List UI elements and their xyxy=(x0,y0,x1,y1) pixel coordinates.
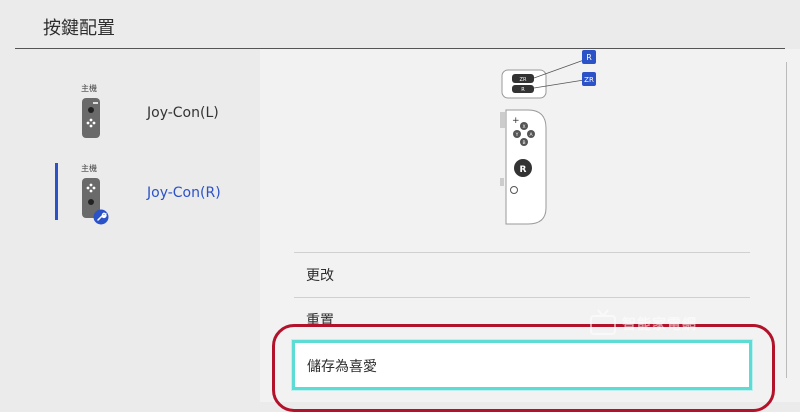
joycon-left-icon xyxy=(82,98,100,138)
y-button-label: Y xyxy=(515,132,519,138)
controller-sidebar: 主機 Joy-Con(L) 主機 Joy-Con(R) xyxy=(0,49,260,402)
selection-indicator xyxy=(55,163,58,220)
controller-mode-label: 主機 xyxy=(81,84,97,93)
controller-mode-label: 主機 xyxy=(81,164,97,173)
zr-button-label: ZR xyxy=(520,77,527,83)
r-stick-label: R xyxy=(520,165,527,175)
r-button-label: R xyxy=(521,87,525,93)
watermark-text: 智能家電網 xyxy=(622,317,697,333)
controller-label: Joy-Con(R) xyxy=(147,185,221,201)
tv-logo-icon xyxy=(590,309,616,335)
scroll-edge xyxy=(786,62,793,378)
controller-label: Joy-Con(L) xyxy=(147,105,219,121)
menu-item-label: 更改 xyxy=(306,268,334,284)
x-button-label: X xyxy=(522,124,525,130)
r-badge-label: R xyxy=(586,53,592,62)
controller-item-joycon-left[interactable]: 主機 Joy-Con(L) xyxy=(55,83,255,155)
menu-item-change[interactable]: 更改 xyxy=(294,253,750,297)
joycon-right-diagram: ZR R R ZR + X Y A B R xyxy=(500,50,596,225)
page-title: 按鍵配置 xyxy=(43,18,115,39)
watermark: 智能家電網 xyxy=(588,300,740,346)
header: 按鍵配置 xyxy=(0,0,800,48)
b-button-label: B xyxy=(522,140,525,146)
wrench-badge-icon xyxy=(93,209,109,225)
controller-item-joycon-right[interactable]: 主機 Joy-Con(R) xyxy=(55,163,255,235)
plus-button-label: + xyxy=(512,116,520,126)
zr-badge-label: ZR xyxy=(584,76,594,84)
